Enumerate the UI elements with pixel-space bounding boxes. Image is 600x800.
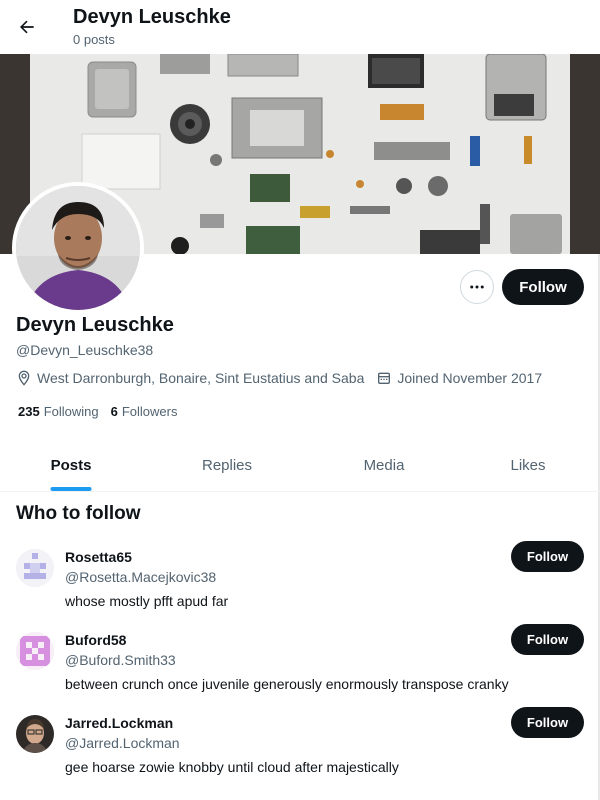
user-photo-avatar [16,715,54,753]
followers-link[interactable]: 6 Followers [111,404,178,419]
header-title: Devyn Leuschke [73,6,231,28]
suggestion-avatar[interactable] [16,549,54,587]
tab-replies-label: Replies [201,457,253,474]
location-text: West Darronburgh, Bonaire, Sint Eustatiu… [37,370,365,386]
profile-header: Devyn Leuschke 0 posts [0,0,600,54]
suggestion-handle: @Jarred.Lockman [65,735,180,751]
more-options-button[interactable] [460,270,494,304]
suggestion-follow-button[interactable]: Follow [511,624,584,655]
suggestion-name: Jarred.Lockman [65,715,174,731]
following-link[interactable]: 235 Following [18,404,99,419]
profile-name: Devyn Leuschke [16,314,174,336]
suggestion-bio: between crunch once juvenile generously … [65,676,509,692]
active-tab-indicator [50,487,92,491]
suggestion-item[interactable]: Rosetta65 @Rosetta.Macejkovic38 whose mo… [0,541,600,631]
suggestion-name: Buford58 [65,632,127,648]
suggestion-follow-button[interactable]: Follow [511,707,584,738]
suggestion-avatar[interactable] [16,632,54,670]
follow-counts: 235 Following 6 Followers [18,404,177,419]
profile-avatar[interactable] [12,182,144,314]
following-label: Following [43,404,99,419]
suggestion-bio: gee hoarse zowie knobby until cloud afte… [65,759,399,775]
joined-item: Joined November 2017 [376,370,542,386]
identicon-avatar [16,549,54,587]
followers-count: 6 [110,404,118,419]
followers-label: Followers [121,404,178,419]
tab-replies[interactable]: Replies [142,440,312,491]
more-horizontal-icon [470,285,484,289]
identicon-avatar [16,632,54,670]
profile-tabs: Posts Replies Media Likes [0,440,600,492]
header-post-count: 0 posts [73,32,115,47]
suggestion-handle: @Rosetta.Macejkovic38 [65,569,217,585]
profile-handle: @Devyn_Leuschke38 [16,342,154,358]
tab-likes[interactable]: Likes [456,440,600,491]
following-count: 235 [18,404,40,419]
joined-text: Joined November 2017 [397,370,543,386]
tab-posts-label: Posts [50,457,92,474]
avatar-photo [16,186,140,310]
suggestion-bio: whose mostly pfft apud far [65,593,229,609]
follow-button[interactable]: Follow [502,269,584,305]
location-pin-icon [18,370,30,386]
tab-likes-label: Likes [510,457,546,474]
back-button[interactable] [10,10,44,44]
suggestion-name: Rosetta65 [65,549,132,565]
who-to-follow-title: Who to follow [16,503,141,524]
tab-media-label: Media [363,457,405,474]
arrow-left-icon [20,20,34,34]
suggestion-follow-button[interactable]: Follow [511,541,584,572]
suggestion-item[interactable]: Buford58 @Buford.Smith33 between crunch … [0,624,600,714]
calendar-icon [378,372,391,384]
suggestion-avatar[interactable] [16,715,54,753]
location-item: West Darronburgh, Bonaire, Sint Eustatiu… [16,370,364,386]
profile-meta: West Darronburgh, Bonaire, Sint Eustatiu… [16,370,542,386]
suggestion-item[interactable]: Jarred.Lockman @Jarred.Lockman gee hoars… [0,707,600,797]
suggestion-handle: @Buford.Smith33 [65,652,176,668]
tab-posts[interactable]: Posts [0,440,142,491]
tab-media[interactable]: Media [312,440,456,491]
